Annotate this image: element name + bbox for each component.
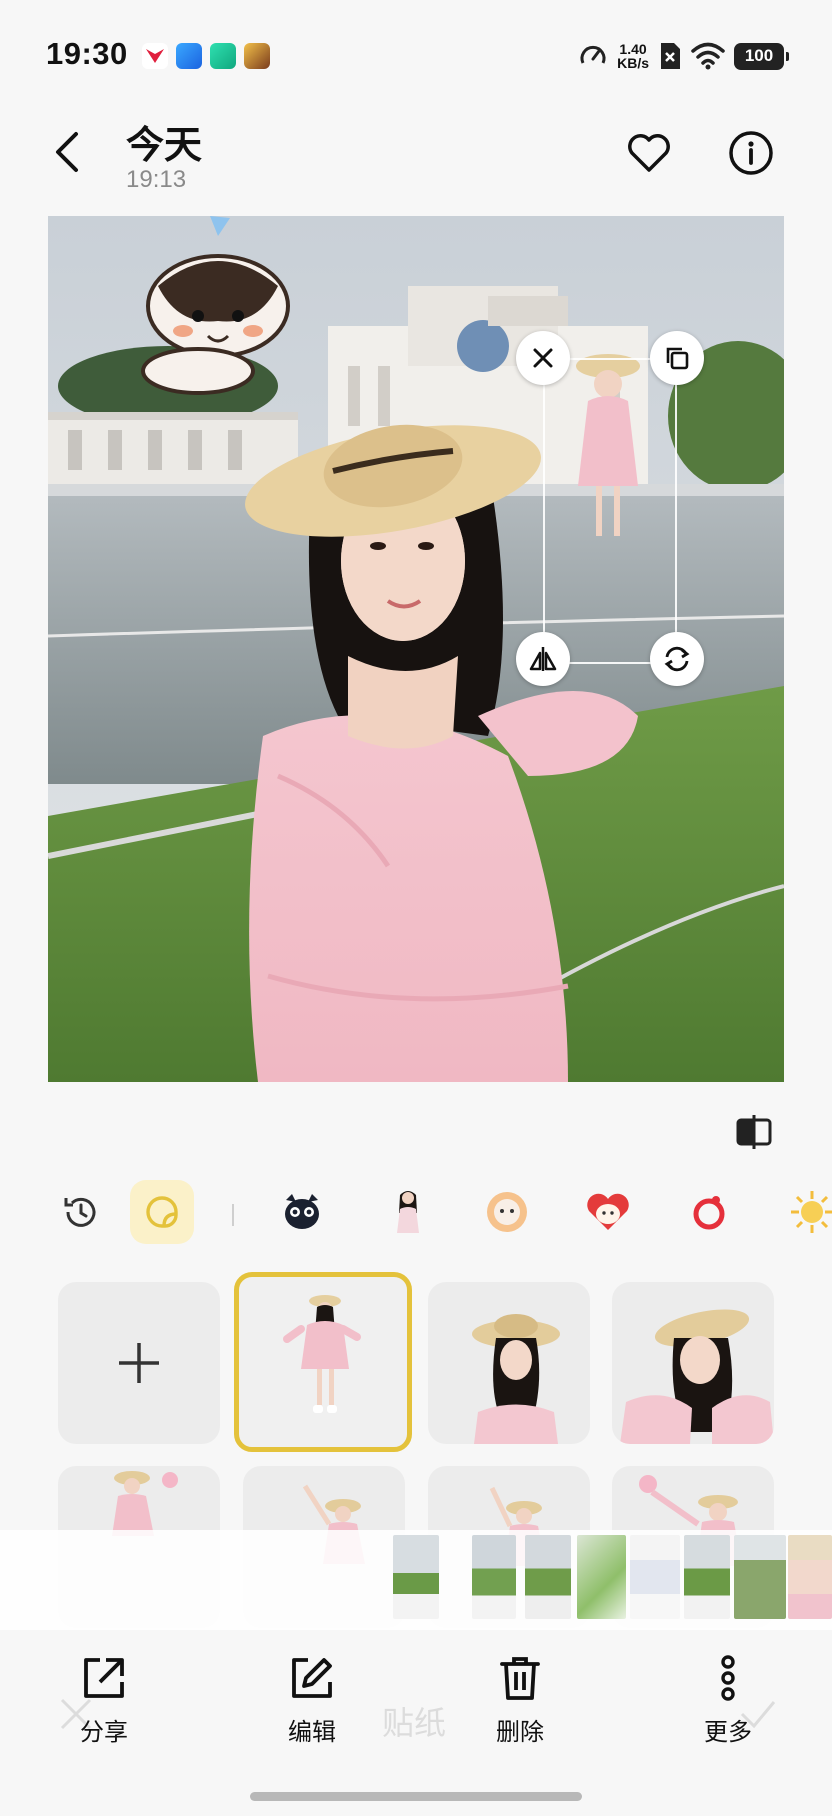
category-separator [232,1204,234,1226]
back-button[interactable] [48,128,88,176]
category-ring-sticker[interactable] [677,1180,741,1244]
filmstrip-thumbnail[interactable] [525,1535,571,1619]
compare-button[interactable] [732,1110,776,1154]
sticker-icon [146,1196,178,1228]
network-speed-unit: KB/s [617,55,649,71]
category-sun-sticker[interactable] [780,1180,832,1244]
category-stickers[interactable] [130,1180,194,1244]
sun-sticker-icon [791,1191,832,1233]
filmstrip-thumbnail[interactable] [393,1535,439,1619]
page-title: 今天 [126,125,203,167]
sticker-category-bar [0,1180,832,1254]
add-sticker-button[interactable] [58,1282,220,1444]
network-speed: 1.40 KB/s [617,42,649,70]
more-button[interactable]: 更多 [668,1654,788,1754]
app-notification-icon [142,43,168,69]
plus-icon [119,1343,159,1383]
share-icon [84,1658,124,1698]
more-vertical-icon [721,1655,735,1701]
filmstrip-thumbnail[interactable] [734,1535,786,1619]
chevron-left-icon [56,132,78,172]
rotate-sticker-handle[interactable] [650,632,704,686]
sticker-person-portrait [472,1314,560,1444]
battery-indicator: 100 [734,42,789,70]
filmstrip-thumbnail[interactable] [684,1535,730,1619]
more-label: 更多 [704,1719,752,1746]
girl-sticker-icon [397,1191,419,1233]
info-icon [729,131,773,175]
category-heart-sticker[interactable] [576,1180,640,1244]
trash-icon [500,1657,540,1700]
history-icon [64,1197,96,1227]
status-bar: 19:30 1.40 KB/s 100 [0,0,832,110]
speedometer-icon [580,45,606,64]
app-notification-icon [244,43,270,69]
ghost-sticker-title: 贴纸 [382,1705,447,1741]
home-indicator[interactable] [250,1792,582,1801]
status-time: 19:30 [46,36,128,71]
no-sim-icon [661,43,680,69]
rotate-icon [664,646,690,672]
app-notification-icon [176,43,202,69]
category-flower-sticker[interactable] [475,1180,539,1244]
category-dog-sticker[interactable] [270,1180,334,1244]
compare-icon [736,1115,772,1149]
favorite-button[interactable] [624,128,674,178]
category-history[interactable] [48,1180,112,1244]
page-subtitle-time: 19:13 [126,166,187,193]
share-label: 分享 [80,1719,128,1746]
network-speed-value: 1.40 [619,41,647,57]
filmstrip-thumbnail[interactable] [788,1535,832,1619]
sticker-tile[interactable] [612,1282,774,1444]
photo-filmstrip [0,1530,832,1630]
delete-sticker-handle[interactable] [516,331,570,385]
copy-icon [666,347,689,370]
flower-sticker-icon [487,1192,527,1232]
ring-sticker-icon [693,1196,725,1230]
category-girl-sticker[interactable] [376,1180,440,1244]
heart-icon [628,134,670,172]
sticker-tile[interactable] [428,1282,590,1444]
heart-sticker-icon [587,1193,629,1230]
sticker-tile-selected[interactable] [234,1272,412,1452]
delete-label: 删除 [496,1719,544,1746]
filmstrip-thumbnail[interactable] [577,1535,626,1619]
filmstrip-thumbnail[interactable] [472,1535,516,1619]
info-button[interactable] [726,128,776,178]
edit-label: 编辑 [288,1719,336,1746]
sticker-person-closeup [620,1309,774,1444]
dog-sticker-icon [285,1194,319,1229]
flip-icon [529,647,557,671]
filmstrip-thumbnail[interactable] [630,1535,680,1619]
delete-button[interactable]: 删除 [460,1654,580,1754]
edit-icon [292,1658,332,1698]
sticker-selection-frame[interactable] [543,358,677,664]
sticker-person-full [283,1295,361,1413]
share-button[interactable]: 分享 [44,1654,164,1754]
close-icon [533,348,553,368]
edit-button[interactable]: 编辑 [252,1654,372,1754]
duplicate-sticker-handle[interactable] [650,331,704,385]
wifi-icon [691,42,725,70]
flip-sticker-handle[interactable] [516,632,570,686]
app-notification-icon [210,43,236,69]
